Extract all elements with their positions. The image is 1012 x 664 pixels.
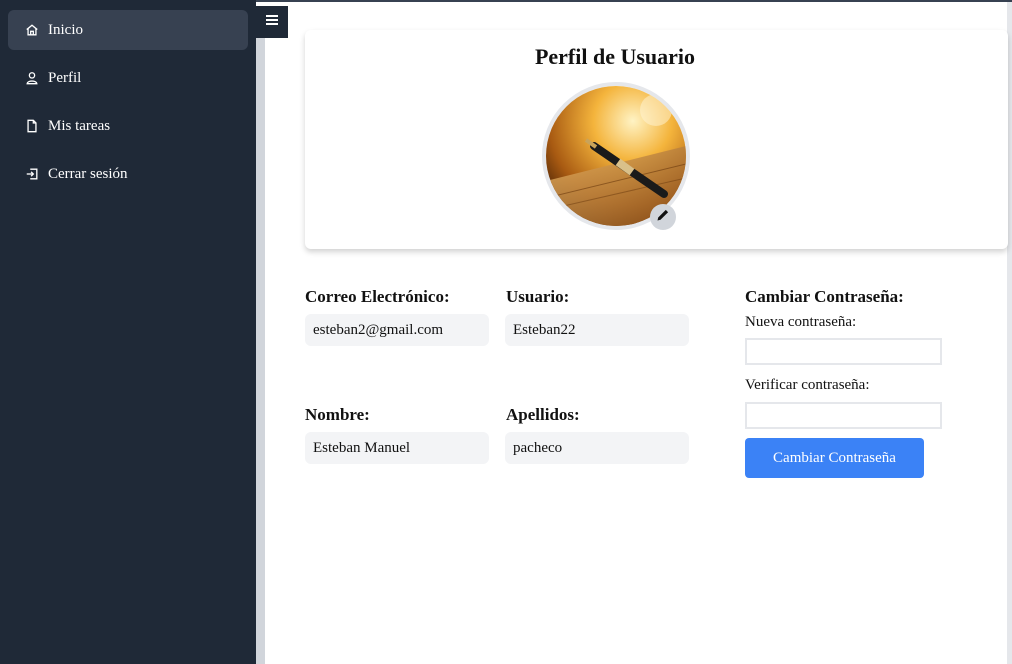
email-field: esteban2@gmail.com <box>305 314 489 346</box>
sidebar-item-label: Perfil <box>48 69 82 86</box>
name-label: Nombre: <box>305 405 370 424</box>
new-password-label: Nueva contraseña: <box>745 314 857 330</box>
profile-card: Perfil de Usuario <box>305 30 1008 249</box>
surname-field: pacheco <box>505 432 689 464</box>
sidebar-item-perfil[interactable]: Perfil <box>8 58 248 98</box>
top-border <box>256 0 1012 2</box>
sidebar-item-label: Mis tareas <box>48 117 111 134</box>
page-title: Perfil de Usuario <box>534 44 696 69</box>
username-field: Esteban22 <box>505 314 689 346</box>
logout-icon <box>24 166 40 182</box>
sidebar: Inicio Perfil Mis tareas Cerrar sesión <box>0 0 256 664</box>
sidebar-item-inicio[interactable]: Inicio <box>8 10 248 50</box>
new-password-input[interactable] <box>745 338 942 365</box>
pencil-icon <box>656 208 670 227</box>
verify-password-label: Verificar contraseña: <box>745 377 870 393</box>
verify-password-input[interactable] <box>745 402 942 429</box>
sidebar-item-label: Cerrar sesión <box>48 165 128 182</box>
name-field: Esteban Manuel <box>305 432 489 464</box>
hamburger-menu-icon <box>266 13 278 31</box>
change-password-heading: Cambiar Contraseña: <box>745 287 904 306</box>
change-password-button[interactable]: Cambiar Contraseña <box>745 438 924 478</box>
sidebar-item-mis-tareas[interactable]: Mis tareas <box>8 106 248 146</box>
home-icon <box>24 22 40 38</box>
file-icon <box>24 118 40 134</box>
content-gutter <box>256 38 265 664</box>
email-label: Correo Electrónico: <box>305 287 450 306</box>
edit-avatar-button[interactable] <box>650 204 676 230</box>
surname-label: Apellidos: <box>506 405 580 424</box>
username-label: Usuario: <box>506 287 570 306</box>
sidebar-item-label: Inicio <box>48 21 83 38</box>
user-icon <box>24 70 40 86</box>
sidebar-item-cerrar-sesion[interactable]: Cerrar sesión <box>8 154 248 194</box>
sidebar-toggle-button[interactable] <box>256 6 288 38</box>
